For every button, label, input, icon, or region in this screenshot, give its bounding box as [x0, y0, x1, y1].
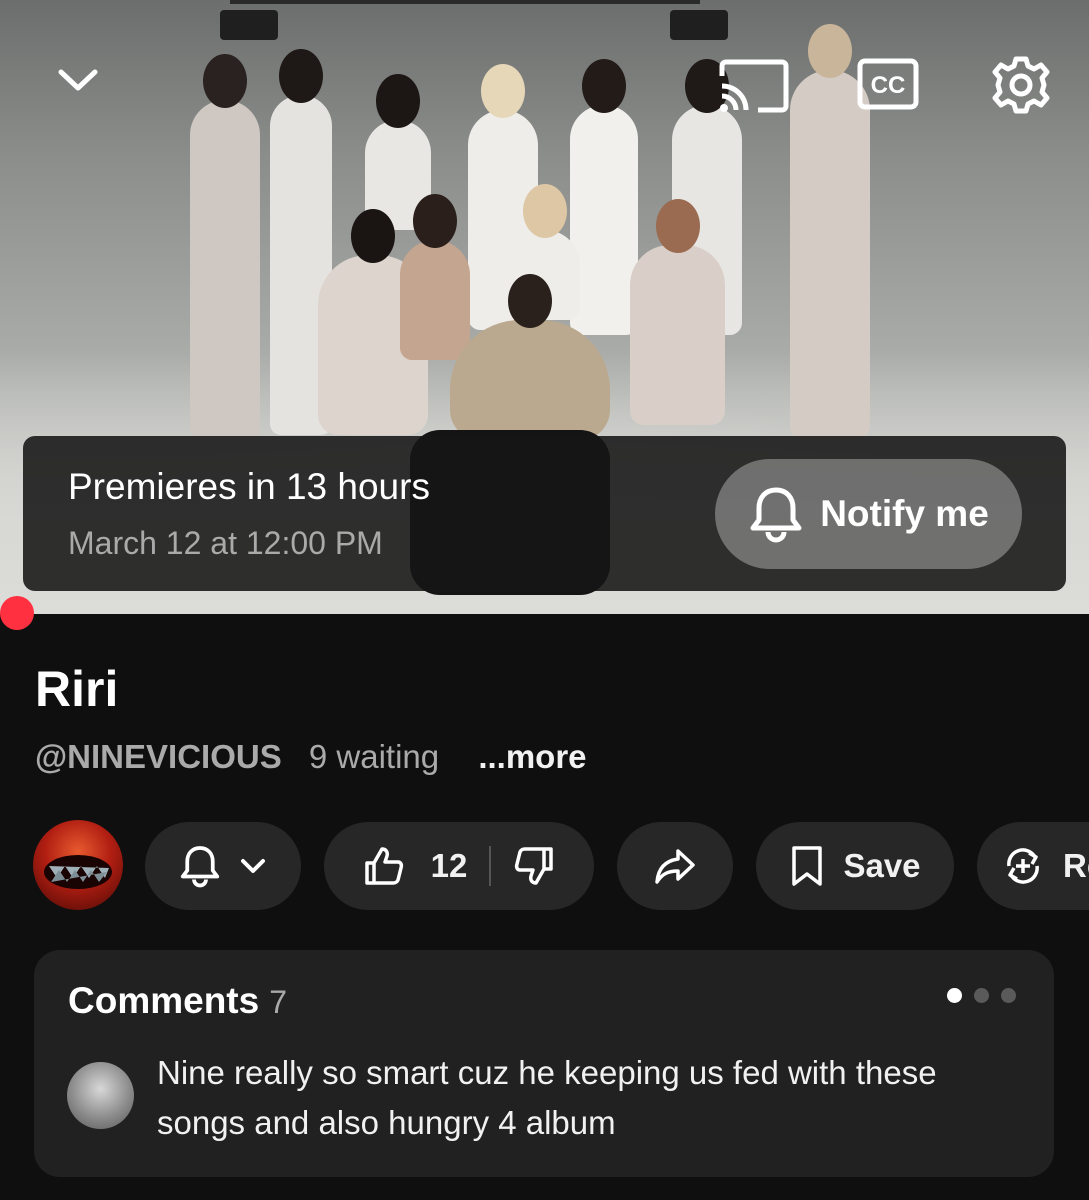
- cast-button[interactable]: [716, 52, 792, 118]
- share-button[interactable]: [617, 822, 733, 910]
- top-comment-text: Nine really so smart cuz he keeping us f…: [157, 1054, 937, 1141]
- bookmark-icon: [792, 846, 823, 886]
- remix-icon: [1007, 848, 1039, 884]
- share-icon: [655, 849, 695, 884]
- like-dislike-group: 12: [324, 822, 594, 910]
- chevron-down-icon: [241, 859, 265, 873]
- premiere-title: Premieres in 13 hours: [68, 466, 430, 507]
- remix-label: Re: [1063, 847, 1089, 884]
- cc-icon: CC: [857, 58, 919, 110]
- commenter-avatar: [67, 1062, 134, 1129]
- notify-me-label: Notify me: [820, 493, 989, 534]
- channel-handle[interactable]: @NINEVICIOUS: [35, 738, 282, 775]
- premiere-banner: Premieres in 13 hours March 12 at 12:00 …: [23, 436, 1066, 591]
- dislike-button[interactable]: [513, 845, 555, 887]
- video-player[interactable]: CC Premieres in 13 hours March 12 at 12:…: [0, 0, 1089, 614]
- carousel-dots: [947, 988, 1016, 1003]
- progress-scrubber[interactable]: [0, 596, 34, 630]
- premiere-date: March 12 at 12:00 PM: [68, 525, 383, 561]
- thumbs-up-icon: [364, 847, 403, 885]
- chevron-down-icon: [58, 69, 98, 91]
- bell-icon: [750, 487, 802, 543]
- bell-icon: [180, 846, 220, 888]
- video-meta: @NINEVICIOUS 9 waiting ...more: [35, 738, 587, 776]
- save-button[interactable]: Save: [756, 822, 954, 910]
- minimize-button[interactable]: [48, 52, 108, 108]
- thumbs-down-icon: [515, 847, 554, 885]
- svg-text:CC: CC: [871, 72, 906, 99]
- gear-icon: [992, 56, 1050, 114]
- save-label: Save: [843, 847, 921, 884]
- comments-card[interactable]: Comments 7 Nine really so smart cuz he ke…: [34, 950, 1054, 1177]
- more-link[interactable]: ...more: [478, 738, 586, 775]
- comments-title: Comments: [68, 980, 260, 1021]
- cast-icon: [719, 59, 789, 113]
- carousel-dot: [947, 988, 962, 1003]
- like-count: 12: [430, 847, 468, 884]
- waiting-count: 9 waiting: [308, 738, 440, 775]
- video-title: Riri: [35, 661, 119, 717]
- lighting-rig: [220, 0, 728, 40]
- channel-avatar[interactable]: [33, 820, 123, 910]
- carousel-dot: [1001, 988, 1016, 1003]
- avatar-image: [44, 855, 112, 889]
- remix-button[interactable]: Re: [977, 822, 1089, 910]
- comments-count: 7: [269, 984, 287, 1020]
- captions-button[interactable]: CC: [856, 56, 920, 112]
- carousel-dot: [974, 988, 989, 1003]
- like-divider: [489, 846, 492, 886]
- like-button[interactable]: 12: [363, 845, 468, 887]
- notify-me-button[interactable]: Notify me: [715, 459, 1022, 569]
- subscription-bell-button[interactable]: [145, 822, 301, 910]
- settings-button[interactable]: [988, 52, 1054, 118]
- comments-header: Comments 7: [68, 980, 287, 1022]
